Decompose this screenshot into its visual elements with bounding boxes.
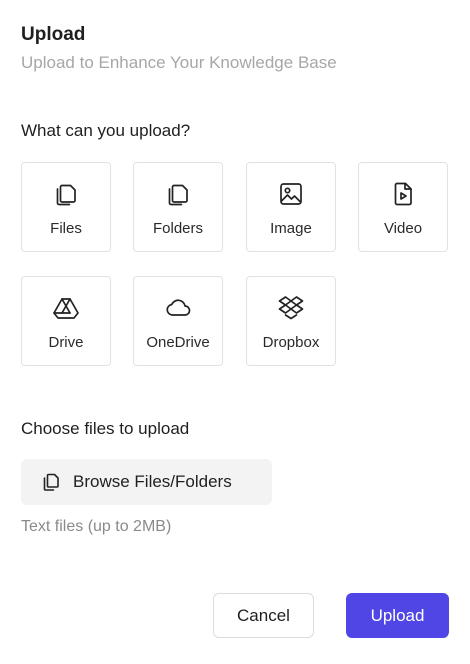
- source-tile-drive[interactable]: Drive: [21, 276, 111, 366]
- cancel-button[interactable]: Cancel: [213, 593, 314, 638]
- browse-files-button[interactable]: Browse Files/Folders: [21, 459, 272, 505]
- source-tile-video[interactable]: Video: [358, 162, 448, 252]
- folders-icon: [163, 179, 193, 209]
- source-label-onedrive: OneDrive: [146, 334, 210, 351]
- source-tile-onedrive[interactable]: OneDrive: [133, 276, 223, 366]
- google-drive-icon: [51, 293, 81, 323]
- source-label-image: Image: [270, 220, 312, 237]
- source-label-video: Video: [383, 220, 423, 237]
- sources-heading: What can you upload?: [21, 121, 191, 140]
- upload-button[interactable]: Upload: [346, 593, 449, 638]
- source-label-drive: Drive: [48, 334, 84, 351]
- source-tile-image[interactable]: Image: [246, 162, 336, 252]
- source-tile-folders[interactable]: Folders: [133, 162, 223, 252]
- files-icon: [51, 179, 81, 209]
- source-label-files: Files: [50, 220, 82, 237]
- upload-dialog: Upload Upload to Enhance Your Knowledge …: [0, 0, 470, 664]
- source-tile-files[interactable]: Files: [21, 162, 111, 252]
- choose-heading: Choose files to upload: [21, 419, 190, 438]
- source-label-dropbox: Dropbox: [262, 334, 320, 351]
- video-file-icon: [388, 179, 418, 209]
- source-tile-dropbox[interactable]: Dropbox: [246, 276, 336, 366]
- copy-files-icon: [41, 472, 61, 492]
- dropbox-icon: [276, 293, 306, 323]
- file-size-hint: Text files (up to 2MB): [21, 518, 172, 535]
- dialog-subtitle: Upload to Enhance Your Knowledge Base: [21, 53, 337, 72]
- cloud-icon: [163, 293, 193, 323]
- source-label-folders: Folders: [152, 220, 204, 237]
- image-icon: [276, 179, 306, 209]
- dialog-title: Upload: [21, 24, 86, 45]
- browse-files-label: Browse Files/Folders: [73, 472, 232, 491]
